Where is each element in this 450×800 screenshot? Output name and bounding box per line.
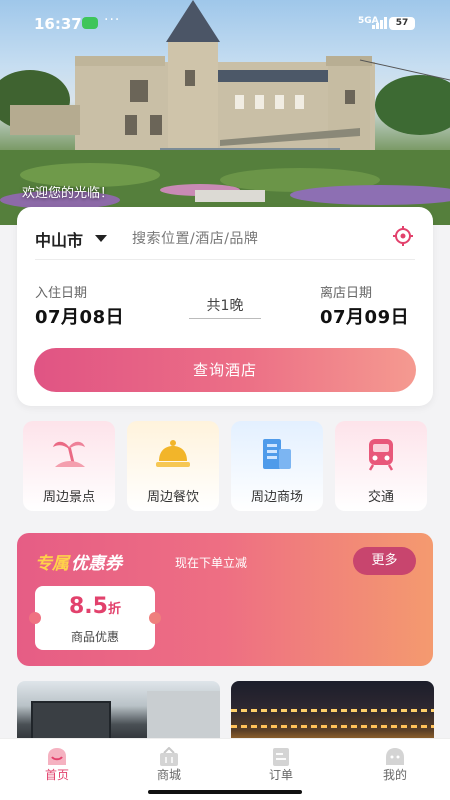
search-input[interactable]: 搜索位置/酒店/品牌	[132, 228, 258, 248]
tab-mall[interactable]: 商城	[129, 739, 209, 795]
train-icon	[368, 439, 394, 471]
status-time: 16:37	[34, 15, 82, 33]
quick-link-label: 周边景点	[42, 490, 95, 505]
city-selector[interactable]: 中山市	[35, 227, 83, 251]
discount-desc: 商品优惠	[70, 630, 119, 644]
nights-count: 共1晚	[206, 298, 244, 314]
coupon-title-coupon: 优惠券	[71, 554, 122, 574]
home-smile-icon	[48, 748, 66, 765]
tab-label: 商城	[156, 768, 181, 782]
discount-value: 8.5	[69, 594, 108, 619]
home-indicator[interactable]	[148, 790, 302, 794]
divider	[35, 259, 415, 260]
building-lights-graphic	[231, 709, 434, 712]
status-bar: 16:37 ··· 5GA 57	[0, 0, 450, 44]
battery-icon: 57	[389, 17, 415, 30]
palm-tree-icon	[53, 441, 85, 467]
hotel-card-image[interactable]	[17, 681, 220, 743]
coupon-subtitle: 现在下单立减	[175, 556, 248, 570]
quick-link-transport[interactable]: 交通	[335, 421, 427, 511]
shop-basket-icon	[160, 747, 178, 766]
quick-link-label: 周边商场	[250, 490, 303, 505]
profile-icon	[386, 748, 404, 765]
coupon-banner[interactable]: 专属 优惠券 现在下单立减 更多 8.5折 商品优惠	[17, 533, 433, 666]
checkout-date[interactable]: 07月09日	[320, 303, 409, 329]
room-window-graphic	[31, 701, 111, 743]
nights-underline	[189, 318, 261, 319]
room-wall-graphic	[147, 691, 220, 743]
building-icon	[263, 439, 291, 469]
welcome-text: 欢迎您的光临！	[22, 186, 114, 201]
coupon-ticket[interactable]: 8.5折 商品优惠	[29, 586, 161, 650]
tab-label: 我的	[382, 768, 407, 782]
hotel-card-image[interactable]	[231, 681, 434, 743]
hotel-search-card: 中山市 搜索位置/酒店/品牌 入住日期 07月08日 共1晚 离店日期 07月0…	[17, 207, 433, 406]
coupon-more-button[interactable]: 更多	[353, 547, 416, 575]
coupon-title-exclusive: 专属	[35, 554, 69, 574]
caret-down-icon[interactable]	[95, 235, 107, 242]
hero-banner[interactable]: 16:37 ··· 5GA 57 欢迎您的光临！	[0, 0, 450, 225]
checkin-label: 入住日期	[35, 286, 88, 301]
quick-link-label: 周边餐饮	[146, 490, 199, 505]
quick-link-label: 交通	[367, 490, 394, 505]
discount-value-group: 8.5折	[35, 594, 155, 619]
discount-unit: 折	[107, 602, 121, 617]
more-notifications-icon: ···	[104, 12, 121, 28]
tab-home[interactable]: 首页	[17, 739, 97, 795]
signal-icon	[372, 17, 387, 29]
quick-link-dining[interactable]: 周边餐饮	[127, 421, 219, 511]
food-cloche-icon	[156, 440, 190, 467]
order-list-icon	[273, 748, 289, 766]
checkin-date[interactable]: 07月08日	[35, 303, 124, 329]
search-hotel-button[interactable]: 查询酒店	[34, 348, 416, 392]
tab-label: 首页	[44, 768, 69, 782]
tab-profile[interactable]: 我的	[355, 739, 435, 795]
quick-link-mall[interactable]: 周边商场	[231, 421, 323, 511]
quick-link-scenic[interactable]: 周边景点	[23, 421, 115, 511]
tab-orders[interactable]: 订单	[241, 739, 321, 795]
wechat-icon	[82, 17, 98, 29]
building-lights-graphic	[231, 725, 434, 728]
locate-icon[interactable]	[393, 226, 413, 246]
checkout-label: 离店日期	[320, 286, 373, 301]
tab-label: 订单	[268, 768, 293, 782]
